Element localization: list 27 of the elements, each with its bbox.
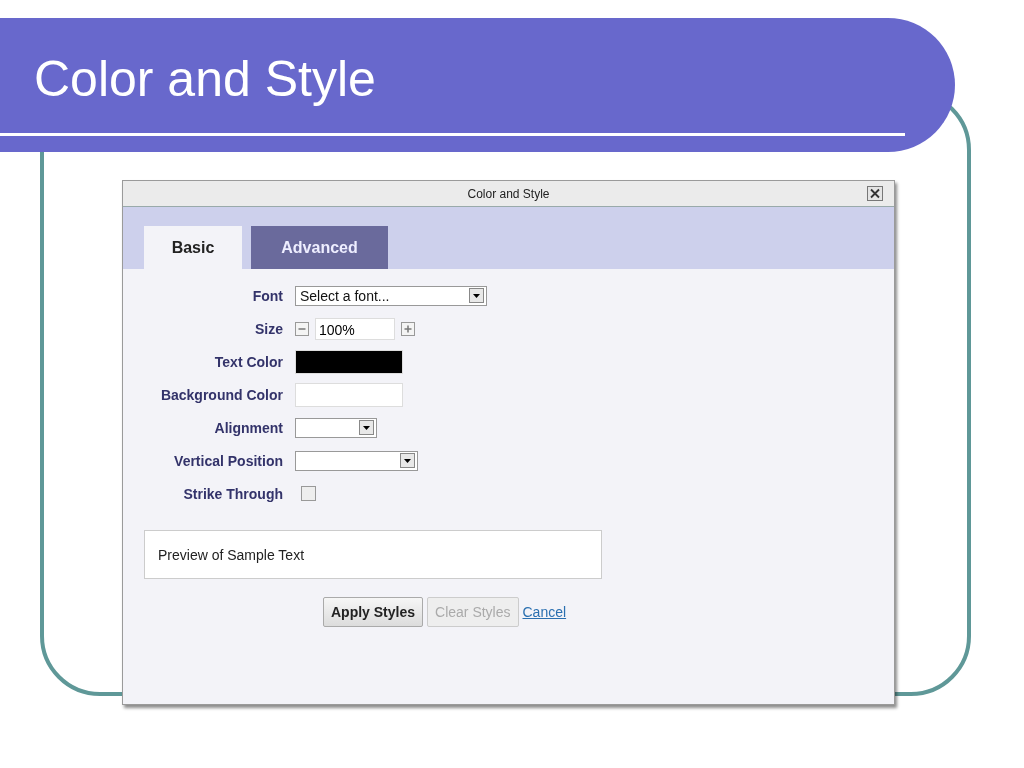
- dialog-title: Color and Style: [467, 186, 550, 201]
- checkbox[interactable]: [301, 486, 316, 501]
- close-icon[interactable]: [867, 186, 883, 201]
- cancel-link[interactable]: Cancel: [522, 604, 567, 620]
- field-label: Alignment: [213, 419, 283, 436]
- tab[interactable]: Advanced: [251, 226, 388, 269]
- field-label: Background Color: [159, 386, 283, 403]
- plus-icon[interactable]: [401, 321, 415, 336]
- dropdown[interactable]: Select a font...: [295, 285, 487, 306]
- color-swatch[interactable]: [295, 349, 403, 374]
- caret-icon: [400, 453, 415, 468]
- slide-title: Color and Style: [34, 51, 376, 107]
- field-label: Size: [254, 320, 283, 337]
- caret-icon: [359, 420, 374, 435]
- field-label: Strike Through: [182, 485, 283, 502]
- minus-icon[interactable]: [295, 321, 309, 336]
- caret-icon: [469, 288, 484, 303]
- field-label: Vertical Position: [173, 452, 283, 469]
- apply-button[interactable]: Apply Styles: [323, 597, 424, 627]
- field-label: Text Color: [213, 353, 283, 370]
- dropdown[interactable]: [295, 417, 377, 438]
- preview-text: Preview of Sample Text: [158, 546, 305, 563]
- dropdown[interactable]: [295, 450, 418, 471]
- size-field[interactable]: 100%: [315, 317, 395, 340]
- color-swatch[interactable]: [295, 382, 403, 407]
- field-label: Font: [251, 287, 283, 304]
- tab[interactable]: Basic: [144, 226, 242, 269]
